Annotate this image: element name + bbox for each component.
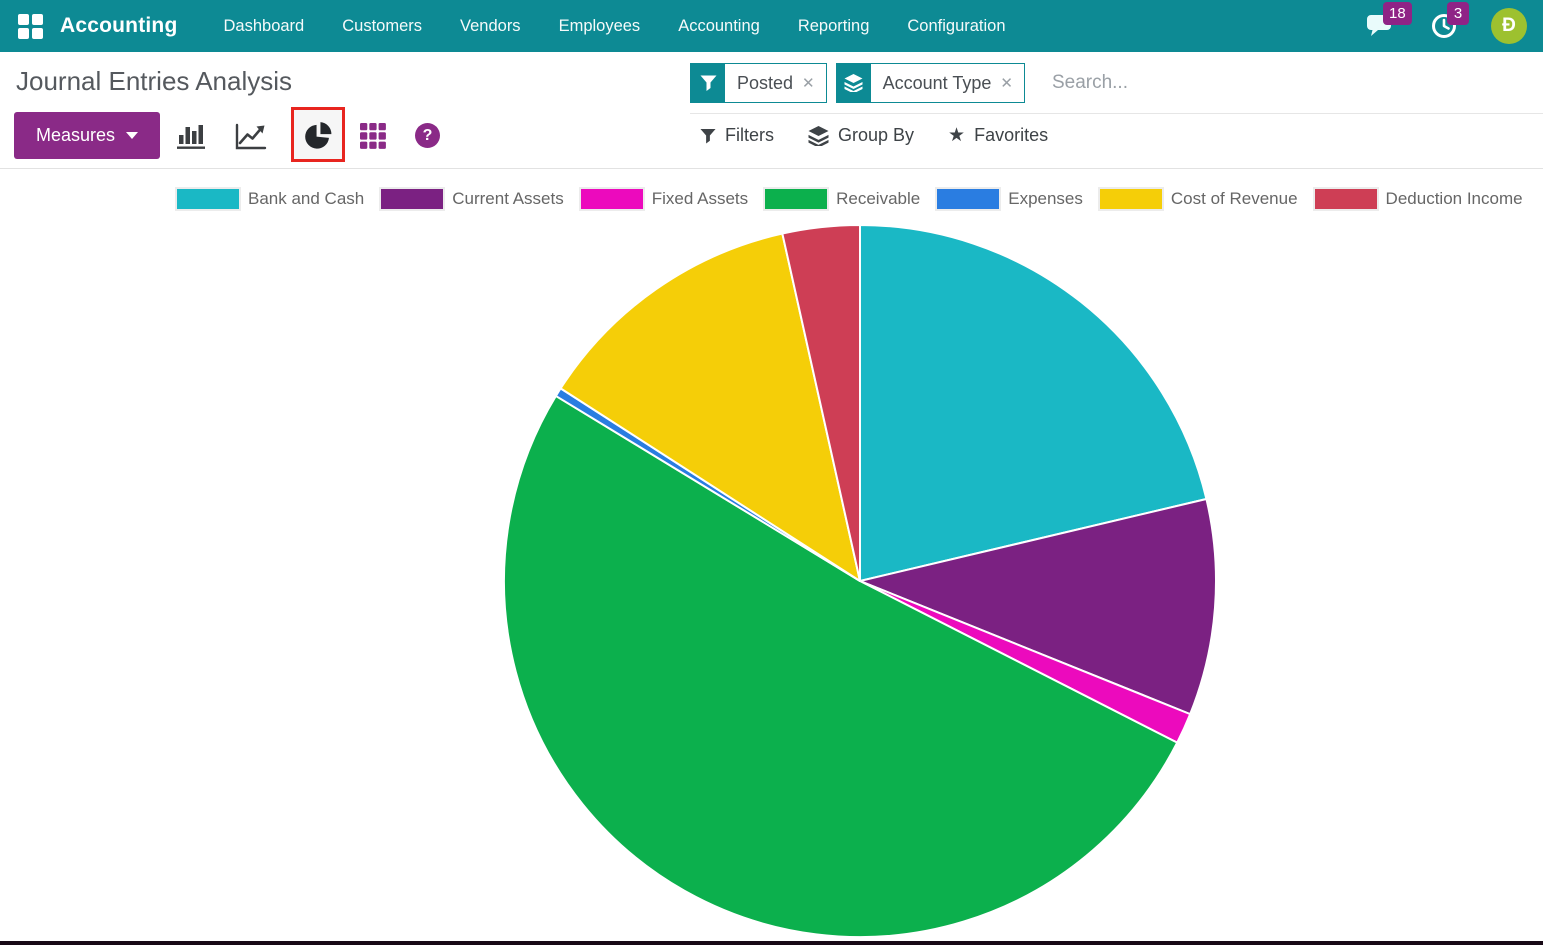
facet-label: Posted [737,73,793,94]
nav-item-reporting[interactable]: Reporting [798,17,870,36]
legend-label: Expenses [1008,189,1083,209]
favorites-label: Favorites [974,125,1048,146]
nav-item-accounting[interactable]: Accounting [678,17,760,36]
nav-item-customers[interactable]: Customers [342,17,422,36]
legend-swatch [1098,187,1164,211]
page-title: Journal Entries Analysis [16,66,292,97]
chevron-down-icon [126,132,138,139]
filter-icon [691,64,725,102]
main-nav: Dashboard Customers Vendors Employees Accoun… [224,17,1006,36]
top-navbar: Accounting Dashboard Customers Vendors Empl… [0,0,1543,52]
pivot-view-button[interactable] [359,122,387,150]
legend-label: Receivable [836,189,920,209]
legend-swatch [935,187,1001,211]
pie-chart-view-button[interactable] [303,119,334,150]
bar-chart-view-button[interactable] [176,121,206,151]
activities-badge: 3 [1447,2,1469,25]
nav-item-configuration[interactable]: Configuration [907,17,1005,36]
legend-item-cost-of-revenue[interactable]: Cost of Revenue [1098,187,1298,211]
facet-posted[interactable]: Posted ✕ [690,63,827,103]
user-avatar[interactable]: Đ [1491,8,1527,44]
facet-close-icon[interactable]: ✕ [802,76,815,91]
legend-item-deduction-income[interactable]: Deduction Income [1313,187,1523,211]
pie-chart-highlight-box [291,107,345,162]
toolbar-divider [0,168,1543,169]
star-icon: ★ [948,126,965,145]
search-options: Filters Group By ★ Favorites [700,112,1048,159]
legend-swatch [579,187,645,211]
pie-chart [500,221,1220,941]
legend-item-current-assets[interactable]: Current Assets [379,187,564,211]
layers-icon [837,64,871,102]
legend-swatch [175,187,241,211]
help-icon: ? [415,123,440,148]
search-bar: Posted ✕ Account Type ✕ Search... [690,63,1128,103]
nav-item-dashboard[interactable]: Dashboard [224,17,305,36]
topbar-right: 18 3 Đ [1363,8,1527,44]
messages-button[interactable]: 18 [1363,9,1397,43]
legend-label: Deduction Income [1386,189,1523,209]
legend-swatch [379,187,445,211]
legend-item-bank-and-cash[interactable]: Bank and Cash [175,187,364,211]
pivot-table-icon [359,122,387,150]
nav-item-vendors[interactable]: Vendors [460,17,521,36]
view-switcher: ? [176,112,440,159]
bar-chart-icon [176,121,206,151]
pie-chart-icon [303,119,334,150]
legend-label: Fixed Assets [652,189,748,209]
legend-label: Cost of Revenue [1171,189,1298,209]
bottom-edge-bar [0,941,1543,945]
help-button[interactable]: ? [415,123,440,148]
favorites-button[interactable]: ★ Favorites [948,125,1048,146]
facet-label: Account Type [883,73,992,94]
legend-label: Current Assets [452,189,564,209]
filters-label: Filters [725,125,774,146]
legend-swatch [1313,187,1379,211]
facet-account-type[interactable]: Account Type ✕ [836,63,1025,103]
chart-legend: Bank and Cash Current Assets Fixed Assets R… [175,184,1543,214]
legend-label: Bank and Cash [248,189,364,209]
app-name[interactable]: Accounting [60,14,178,38]
filters-button[interactable]: Filters [700,125,774,146]
legend-item-expenses[interactable]: Expenses [935,187,1083,211]
group-by-button[interactable]: Group By [808,125,914,146]
legend-swatch [763,187,829,211]
group-by-label: Group By [838,125,914,146]
legend-item-fixed-assets[interactable]: Fixed Assets [579,187,748,211]
line-chart-view-button[interactable] [234,121,267,151]
facet-close-icon[interactable]: ✕ [1000,76,1013,91]
activities-button[interactable]: 3 [1427,9,1461,43]
apps-menu-icon[interactable] [18,14,43,39]
line-chart-icon [234,121,267,151]
filter-icon [700,128,716,144]
measures-button[interactable]: Measures [14,112,160,159]
nav-item-employees[interactable]: Employees [559,17,641,36]
legend-item-receivable[interactable]: Receivable [763,187,920,211]
layers-icon [808,126,829,146]
measures-label: Measures [36,125,115,146]
messages-badge: 18 [1383,2,1412,25]
search-input[interactable]: Search... [1052,72,1128,94]
